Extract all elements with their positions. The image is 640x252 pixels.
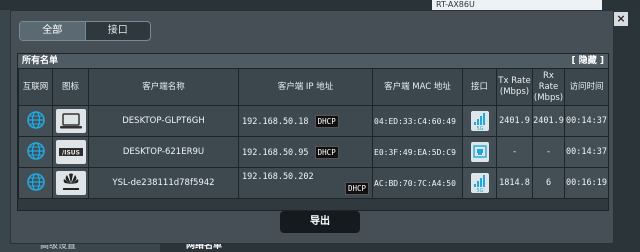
hide-link[interactable]: [ 隐藏 ] bbox=[572, 54, 605, 68]
background-model-field: RT-AX86U bbox=[432, 0, 602, 10]
tx-rate: - bbox=[496, 136, 533, 168]
internet-cell[interactable] bbox=[18, 136, 53, 168]
globe-icon[interactable] bbox=[26, 110, 46, 130]
asus-icon[interactable]: /ISUS bbox=[55, 140, 86, 164]
access-time: 00:14:37 bbox=[564, 105, 609, 137]
client-list-dialog: 全部 接口 所有名单 [ 隐藏 ] 互联网 图标 客户端名称 客户端 IP 地址… bbox=[10, 10, 614, 244]
client-ip: 192.168.50.18 DHCP bbox=[238, 105, 373, 137]
svg-text:/ISUS: /ISUS bbox=[62, 150, 80, 157]
access-time: 00:14:37 bbox=[564, 136, 609, 168]
client-mac: AC:BD:70:7C:A4:50 bbox=[372, 167, 463, 199]
ip-value: 192.168.50.95 bbox=[242, 147, 309, 158]
device-icon-cell[interactable] bbox=[52, 105, 89, 137]
table-header-row: 互联网 图标 客户端名称 客户端 IP 地址 客户端 MAC 地址 接口 Tx … bbox=[18, 68, 609, 106]
client-ip: 192.168.50.95 DHCP bbox=[238, 136, 373, 168]
globe-icon[interactable] bbox=[26, 172, 46, 192]
client-ip: 192.168.50.202 DHCP bbox=[238, 167, 373, 199]
globe-icon[interactable] bbox=[26, 141, 46, 161]
svg-text:5G: 5G bbox=[476, 126, 483, 131]
client-list-panel: 所有名单 [ 隐藏 ] 互联网 图标 客户端名称 客户端 IP 地址 客户端 M… bbox=[17, 53, 609, 211]
client-mac: E0:3F:49:EA:5D:C9 bbox=[372, 136, 463, 168]
huawei-icon[interactable] bbox=[55, 171, 86, 195]
ip-value: 192.168.50.18 bbox=[242, 116, 309, 127]
rx-rate: - bbox=[532, 136, 565, 168]
client-name: DESKTOP-621ER9U bbox=[88, 136, 239, 168]
col-internet[interactable]: 互联网 bbox=[18, 68, 53, 106]
table-row[interactable]: DESKTOP-GLPT6GH 192.168.50.18 DHCP 04:ED… bbox=[18, 105, 609, 137]
tx-rate: 2401.9 bbox=[496, 105, 533, 137]
close-button[interactable]: × bbox=[614, 12, 628, 26]
device-icon-cell[interactable] bbox=[52, 167, 89, 199]
rx-rate: 6 bbox=[532, 167, 565, 199]
col-mac[interactable]: 客户端 MAC 地址 bbox=[372, 68, 463, 106]
col-rx-rate[interactable]: Rx Rate (Mbps) bbox=[532, 68, 565, 106]
access-time: 00:16:19 bbox=[564, 167, 609, 199]
wifi-5g-icon: 5G bbox=[470, 111, 489, 131]
interface-cell: 5G bbox=[462, 167, 497, 199]
tx-rate: 1814.8 bbox=[496, 167, 533, 199]
panel-header: 所有名单 [ 隐藏 ] bbox=[18, 54, 608, 68]
table-row[interactable]: YSL-de238111d78f5942 192.168.50.202 DHCP… bbox=[18, 167, 609, 199]
col-client-name[interactable]: 客户端名称 bbox=[88, 68, 239, 106]
internet-cell[interactable] bbox=[18, 105, 53, 137]
export-button[interactable]: 导出 bbox=[280, 211, 360, 233]
ethernet-icon bbox=[470, 142, 489, 162]
panel-title: 所有名单 bbox=[22, 56, 59, 66]
laptop-icon[interactable] bbox=[55, 109, 86, 133]
client-name: YSL-de238111d78f5942 bbox=[88, 167, 239, 199]
client-table: 互联网 图标 客户端名称 客户端 IP 地址 客户端 MAC 地址 接口 Tx … bbox=[18, 68, 609, 199]
dhcp-badge: DHCP bbox=[344, 182, 369, 195]
interface-cell: 5G bbox=[462, 105, 497, 137]
col-icon[interactable]: 图标 bbox=[52, 68, 89, 106]
svg-text:5G: 5G bbox=[476, 188, 483, 193]
dhcp-badge: DHCP bbox=[314, 114, 339, 128]
interface-cell bbox=[462, 136, 497, 168]
ip-value: 192.168.50.202 bbox=[242, 172, 314, 182]
col-ip[interactable]: 客户端 IP 地址 bbox=[238, 68, 373, 106]
table-row[interactable]: /ISUS DESKTOP-621ER9U 192.168.50.95 DHCP… bbox=[18, 136, 609, 168]
view-tabs: 全部 接口 bbox=[19, 21, 151, 41]
col-access-time[interactable]: 访问时间 bbox=[564, 68, 609, 106]
col-tx-rate[interactable]: Tx Rate (Mbps) bbox=[496, 68, 533, 106]
client-name: DESKTOP-GLPT6GH bbox=[88, 105, 239, 137]
rx-rate: 2401.9 bbox=[532, 105, 565, 137]
col-interface[interactable]: 接口 bbox=[462, 68, 497, 106]
internet-cell[interactable] bbox=[18, 167, 53, 199]
wifi-5g-icon: 5G bbox=[470, 173, 489, 193]
client-mac: 04:ED:33:C4:60:49 bbox=[372, 105, 463, 137]
tab-all[interactable]: 全部 bbox=[20, 22, 85, 40]
tab-interface[interactable]: 接口 bbox=[86, 22, 151, 40]
device-icon-cell[interactable]: /ISUS bbox=[52, 136, 89, 168]
dhcp-badge: DHCP bbox=[314, 145, 339, 159]
